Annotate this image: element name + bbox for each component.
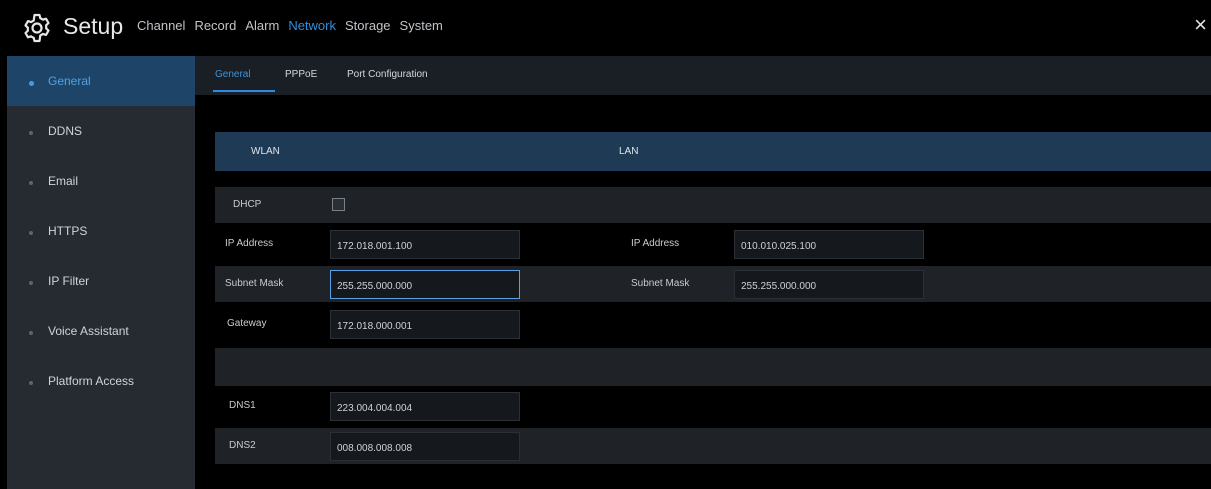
sidebar: General DDNS Email HTTPS IP Filter Voice… — [7, 56, 195, 489]
sidebar-item-email[interactable]: Email — [7, 156, 195, 206]
menu-item-network[interactable]: Network — [288, 18, 336, 33]
sidebar-item-label: Voice Assistant — [48, 324, 129, 338]
wlan-ip-label: IP Address — [225, 238, 274, 249]
dns1-row: DNS1 223.004.004.004 — [215, 388, 1211, 424]
dhcp-row: DHCP — [215, 187, 1211, 223]
dns2-field[interactable]: 008.008.008.008 — [330, 432, 520, 461]
spacer-row — [215, 348, 1211, 386]
active-tab-indicator — [213, 90, 275, 92]
bullet-icon — [29, 231, 33, 235]
lan-ip-field[interactable]: 010.010.025.100 — [734, 230, 924, 259]
lan-ip-label: IP Address — [631, 238, 680, 249]
sidebar-item-label: Platform Access — [48, 374, 135, 388]
wlan-mask-field[interactable]: 255.255.000.000 — [330, 270, 520, 299]
sidebar-item-label: IP Filter — [48, 274, 90, 288]
sidebar-item-label: Email — [48, 174, 79, 188]
bullet-icon — [29, 281, 33, 285]
sidebar-item-ddns[interactable]: DDNS — [7, 106, 195, 156]
top-bar: Setup Channel Record Alarm Network Stora… — [0, 0, 1211, 56]
dhcp-checkbox[interactable] — [332, 198, 345, 211]
menu-item-channel[interactable]: Channel — [137, 18, 185, 33]
gateway-field[interactable]: 172.018.000.001 — [330, 310, 520, 339]
sidebar-item-label: HTTPS — [48, 224, 88, 238]
lan-mask-label: Subnet Mask — [631, 278, 690, 289]
sub-tab-bar: General PPPoE Port Configuration — [195, 56, 1211, 95]
tab-port-configuration[interactable]: Port Configuration — [347, 69, 428, 80]
wlan-heading: WLAN — [251, 146, 280, 157]
gear-icon — [24, 13, 50, 43]
sidebar-item-label: General — [48, 74, 91, 88]
menu-item-alarm[interactable]: Alarm — [245, 18, 279, 33]
menu-item-record[interactable]: Record — [194, 18, 236, 33]
bullet-icon — [29, 381, 33, 385]
section-header: WLAN LAN — [215, 132, 1211, 171]
bullet-icon — [29, 81, 34, 86]
dhcp-label: DHCP — [233, 199, 262, 210]
gateway-label: Gateway — [227, 318, 267, 329]
sidebar-item-general[interactable]: General — [7, 56, 195, 106]
sidebar-item-label: DDNS — [48, 124, 83, 138]
bullet-icon — [29, 181, 33, 185]
top-menu: Channel Record Alarm Network Storage Sys… — [137, 18, 452, 33]
bullet-icon — [29, 331, 33, 335]
dns1-label: DNS1 — [229, 400, 256, 411]
menu-item-storage[interactable]: Storage — [345, 18, 391, 33]
tab-pppoe[interactable]: PPPoE — [285, 69, 317, 80]
lan-heading: LAN — [619, 146, 639, 157]
wlan-mask-label: Subnet Mask — [225, 278, 284, 289]
sidebar-item-https[interactable]: HTTPS — [7, 206, 195, 256]
ip-address-row: IP Address 172.018.001.100 IP Address 01… — [215, 226, 1211, 262]
lan-mask-field[interactable]: 255.255.000.000 — [734, 270, 924, 299]
dns1-field[interactable]: 223.004.004.004 — [330, 392, 520, 421]
sidebar-item-platform-access[interactable]: Platform Access — [7, 356, 195, 406]
dns2-row: DNS2 008.008.008.008 — [215, 428, 1211, 464]
page-title: Setup — [63, 13, 124, 39]
sidebar-item-voice-assistant[interactable]: Voice Assistant — [7, 306, 195, 356]
bullet-icon — [29, 131, 33, 135]
dns2-label: DNS2 — [229, 440, 256, 451]
subnet-mask-row: Subnet Mask 255.255.000.000 Subnet Mask … — [215, 266, 1211, 302]
main-panel: General PPPoE Port Configuration WLAN LA… — [195, 56, 1211, 489]
tab-general[interactable]: General — [215, 69, 251, 80]
close-icon[interactable]: × — [1194, 14, 1207, 36]
gateway-row: Gateway 172.018.000.001 — [215, 306, 1211, 342]
wlan-ip-field[interactable]: 172.018.001.100 — [330, 230, 520, 259]
sidebar-item-ip-filter[interactable]: IP Filter — [7, 256, 195, 306]
menu-item-system[interactable]: System — [400, 18, 443, 33]
